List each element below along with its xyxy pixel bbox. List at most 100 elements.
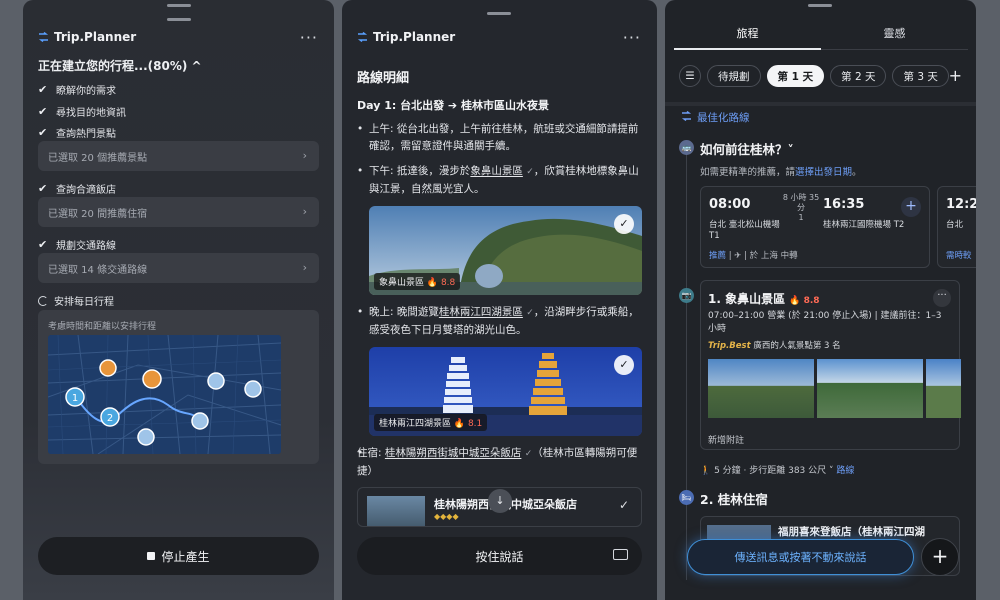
section-heading: 路線明細 <box>357 71 410 86</box>
arrival-time: 16:35 <box>823 197 865 212</box>
hotel-rating-diamonds: ◆◆◆◆ <box>434 512 459 521</box>
walking-info: 🚶 5 分鐘 · 步行距離 383 公尺 ˅ 路線 <box>700 466 855 476</box>
afternoon-item: 下午: 抵達後，漫步於象鼻山景區 ✓，欣賞桂林地標象鼻山與江景，自然風光宜人。 <box>357 163 642 198</box>
add-button[interactable]: + <box>921 538 959 576</box>
map-caption: 考慮時間和距離以安排行程 <box>48 322 157 332</box>
route-detail-panel: Trip.Planner ··· 路線明細 Day 1: 台北出發 ➔ 桂林市區… <box>342 0 657 600</box>
brand-name: Trip.Planner <box>373 30 456 44</box>
flight-card[interactable]: 08:00 8 小時 35 分1 16:35 台北 臺北松山機場 T1 桂林兩江… <box>700 186 930 268</box>
more-options-icon[interactable]: ··· <box>300 28 318 47</box>
date-hint: 如需更精準的推薦，請選擇出發日期。 <box>700 167 862 178</box>
ranking-badge: Trip.Best 廣西的人氣景點第 3 名 <box>708 341 841 351</box>
section-title-transport[interactable]: 如何前往桂林？˅ <box>700 139 794 158</box>
verified-icon: ✓ <box>526 167 534 177</box>
chip-unplanned[interactable]: 待規劃 <box>707 65 761 87</box>
map-marker-2: 2 <box>107 413 113 424</box>
verified-icon: ✓ <box>526 308 534 318</box>
flight-card-next[interactable]: 12:2 台北 需時較 <box>937 186 976 268</box>
drag-handle[interactable] <box>808 4 832 7</box>
arrival-airport: 桂林兩江國際機場 T2 <box>823 220 905 230</box>
chevron-right-icon: › <box>302 261 307 274</box>
attraction-link[interactable]: 桂林兩江四湖景區 <box>439 306 523 318</box>
stop-generating-button[interactable]: 停止產生 <box>38 537 319 575</box>
stop-icon <box>147 552 156 560</box>
map-marker-1: 1 <box>72 393 78 404</box>
attraction-photo[interactable]: 象鼻山景區 🔥 8.8 ✓ <box>369 206 642 295</box>
map-card: 考慮時間和距離以安排行程 1 2 <box>38 310 319 464</box>
chip-day-2[interactable]: 第 2 天 <box>830 65 887 87</box>
tab-trip[interactable]: 旅程 <box>674 22 821 50</box>
chip-day-1[interactable]: 第 1 天 <box>766 65 825 87</box>
evening-item: 晚上: 晚間遊覽桂林兩江四湖景區 ✓，沿湖畔步行或乘船，感受夜色下日月雙塔的湖光… <box>357 304 642 339</box>
divider <box>665 102 976 106</box>
message-input[interactable]: 傳送訊息或按著不動來說話 <box>687 539 914 575</box>
attraction-title: 1. 象鼻山景區 🔥 8.8 <box>708 292 820 306</box>
hold-to-talk-button[interactable]: 按住說話 <box>357 537 642 575</box>
drag-handle[interactable] <box>167 4 191 7</box>
route-link[interactable]: 路線 <box>836 466 854 476</box>
chip-day-3[interactable]: 第 3 天 <box>892 65 949 87</box>
departure-airport: 台北 <box>946 220 964 230</box>
add-day-icon[interactable]: + <box>949 66 962 85</box>
morning-item: 上午: 從台北出發，上午前往桂林，航班或交通細節請提前確認，需留意證件與通關手續… <box>357 121 642 155</box>
keyboard-icon[interactable] <box>613 549 628 560</box>
trip-best-badge: Trip.Best <box>708 341 751 351</box>
gallery-image[interactable] <box>926 359 961 418</box>
route-icon <box>681 110 692 124</box>
brand-name: Trip.Planner <box>54 30 137 44</box>
day-chips: ☰ 待規劃 第 1 天 第 2 天 第 3 天 <box>679 65 949 87</box>
scroll-down-icon[interactable]: ↓ <box>488 489 512 513</box>
itinerary-panel: 旅程 靈感 ☰ 待規劃 第 1 天 第 2 天 第 3 天 + 最佳化路線 🚌 … <box>665 0 976 600</box>
score: 🔥 8.1 <box>453 419 483 429</box>
brand-logo: Trip.Planner <box>357 30 455 44</box>
chevron-right-icon: › <box>302 205 307 218</box>
optimize-route-link[interactable]: 最佳化路線 <box>681 110 750 125</box>
score: 🔥 8.8 <box>426 278 456 288</box>
step-item: ✔ 瞭解你的需求 <box>38 83 116 97</box>
selected-hotels-bar[interactable]: 已選取 20 間推薦住宿 › <box>38 197 319 227</box>
gallery-image[interactable] <box>817 359 923 418</box>
hotel-link[interactable]: 桂林陽朔西街城中城亞朵飯店 <box>385 447 522 459</box>
attraction-card[interactable]: 1. 象鼻山景區 🔥 8.8 ··· 07:00–21:00 營業 (於 21:… <box>700 280 961 450</box>
route-map[interactable]: 1 2 <box>48 335 281 454</box>
gallery-image[interactable] <box>708 359 814 418</box>
drag-handle-secondary[interactable] <box>167 18 191 21</box>
step-item-loading: 安排每日行程 <box>38 293 114 308</box>
hotel-name: 福朋喜來登飯店（桂林兩江四湖 <box>778 526 925 538</box>
attraction-icon: 📷 <box>679 288 694 303</box>
score: 🔥 8.8 <box>789 296 820 306</box>
tab-bar: 旅程 靈感 <box>674 22 968 50</box>
selected-attractions-bar[interactable]: 已選取 20 個推薦景點 › <box>38 141 319 171</box>
selected-routes-bar[interactable]: 已選取 14 條交通路線 › <box>38 253 319 283</box>
step-item: ✔ 查詢合適飯店 <box>38 182 116 196</box>
hotel-icon: 🛏 <box>679 490 694 505</box>
step-item: ✔ 查詢熱門景點 <box>38 126 116 140</box>
departure-airport: 台北 臺北松山機場 T1 <box>709 220 780 241</box>
route-icon <box>38 32 49 42</box>
attraction-link[interactable]: 象鼻山景區 <box>470 165 523 177</box>
selected-check-icon[interactable]: ✓ <box>614 214 634 234</box>
tab-inspiration[interactable]: 靈感 <box>821 22 968 50</box>
selected-check-icon[interactable]: ✓ <box>619 498 629 512</box>
selected-check-icon[interactable]: ✓ <box>614 355 634 375</box>
attraction-photo[interactable]: 桂林兩江四湖景區 🔥 8.1 ✓ <box>369 347 642 436</box>
add-flight-button[interactable]: + <box>901 197 921 217</box>
attraction-gallery[interactable] <box>708 359 961 418</box>
menu-icon[interactable]: ☰ <box>679 65 701 87</box>
add-note-link[interactable]: 新增附註 <box>708 433 744 446</box>
day-title: Day 1: 台北出發 ➔ 桂林市區山水夜景 <box>357 99 549 112</box>
progress-title[interactable]: 正在建立您的行程...(80%) ^ <box>38 57 202 74</box>
spinner-icon <box>38 295 48 306</box>
select-date-link[interactable]: 選擇出發日期 <box>795 167 852 178</box>
check-icon: ✔ <box>38 126 48 139</box>
generation-panel: Trip.Planner ··· 正在建立您的行程...(80%) ^ ✔ 瞭解你… <box>23 0 334 600</box>
section-title-hotel: 2. 桂林住宿 <box>700 492 768 507</box>
transport-icon: 🚌 <box>679 140 694 155</box>
more-options-icon[interactable]: ··· <box>933 289 951 307</box>
check-icon: ✔ <box>38 105 48 118</box>
more-options-icon[interactable]: ··· <box>623 28 641 47</box>
flight-meta: 推薦 | ✈ | 於 上海 中轉 <box>709 251 798 261</box>
opening-hours: 07:00–21:00 營業 (於 21:00 停止入場) | 建議前往：1–3… <box>708 311 942 334</box>
drag-handle[interactable] <box>487 12 511 15</box>
chevron-right-icon: › <box>302 149 307 162</box>
